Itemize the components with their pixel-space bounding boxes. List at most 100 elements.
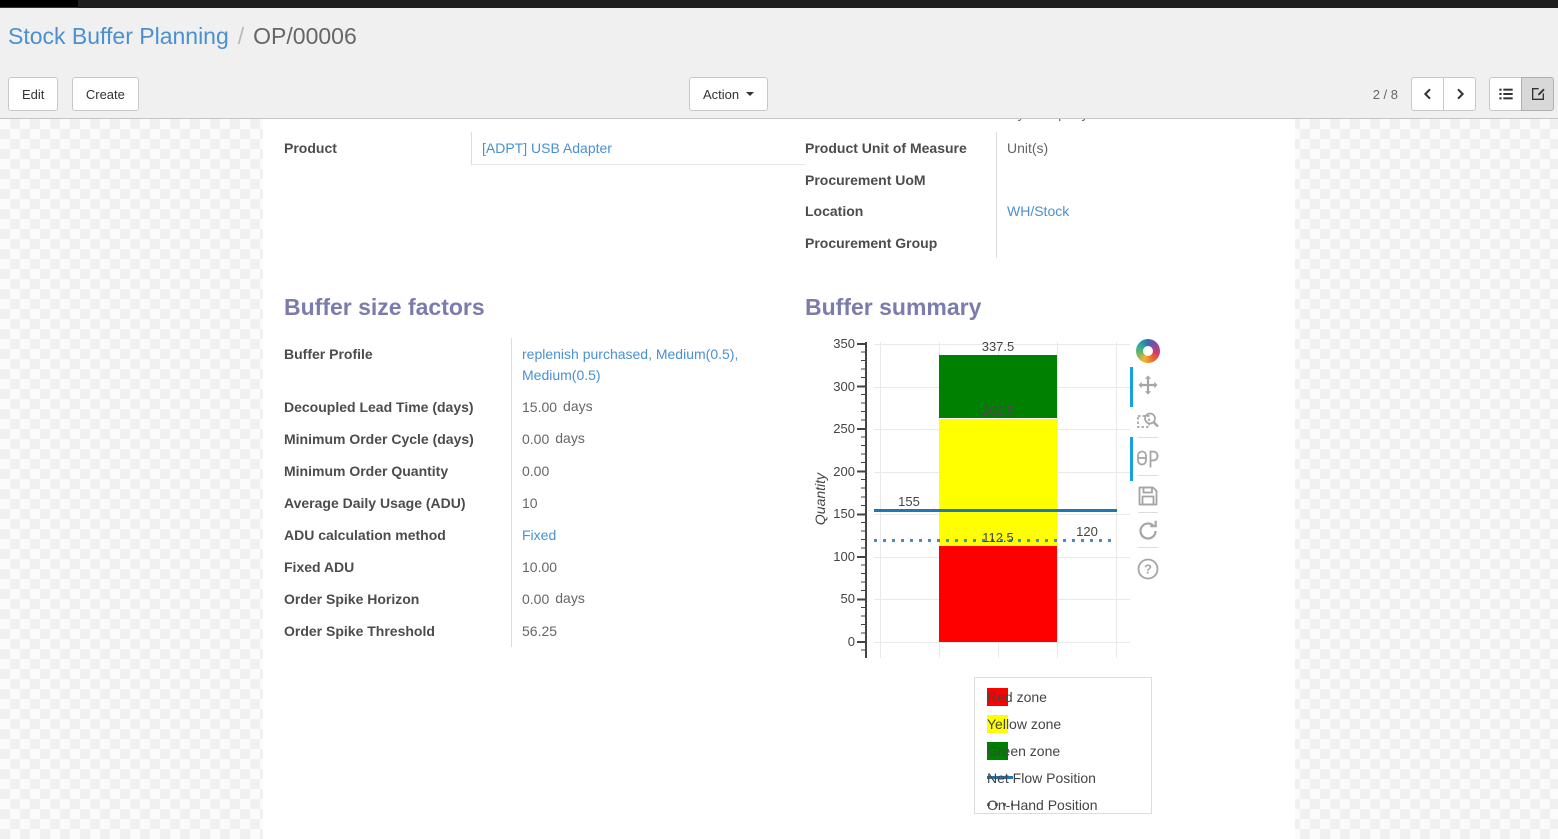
field-value-text: Unit(s) [1007, 140, 1048, 156]
legend-label: Yellow zone [987, 716, 1061, 732]
breadcrumb-parent-link[interactable]: Stock Buffer Planning [8, 23, 229, 49]
field-value: Unit(s) [996, 132, 1274, 164]
control-panel: Stock Buffer Planning/OP/00006 Edit Crea… [0, 8, 1558, 119]
y-axis-tick-label: 50 [809, 591, 855, 607]
field-value-link[interactable]: Fixed [522, 527, 556, 543]
chart-annotation: 155 [879, 494, 939, 509]
y-axis-tick-label: 0 [809, 634, 855, 650]
buffer-size-factors-heading: Buffer size factors [284, 292, 805, 322]
form-view-icon [1530, 86, 1546, 102]
red-zone-bar [939, 546, 1057, 642]
chart-annotation: 337.5 [939, 339, 1057, 354]
y-axis-tick-label: 350 [809, 336, 855, 352]
plotly-logo-icon[interactable] [1136, 339, 1160, 363]
field-label: Product [284, 132, 471, 165]
field-value-link[interactable]: [ADPT] USB Adapter [482, 140, 612, 156]
modebar-separator [1138, 437, 1158, 438]
group-product: Product [ADPT] USB Adapter [284, 132, 805, 165]
top-menu-active-segment [0, 0, 78, 8]
pan-icon[interactable] [1136, 374, 1160, 398]
legend-item[interactable]: Net Flow Position [987, 764, 1151, 791]
field-label: Decoupled Lead Time (days) [284, 391, 511, 423]
legend-item[interactable]: Yellow zone [987, 710, 1151, 737]
field-label: Product Unit of Measure [805, 132, 996, 164]
yellow-zone-bar [939, 419, 1057, 547]
field-value: 15.00 days [511, 391, 805, 423]
reset-axes-icon[interactable] [1136, 519, 1160, 543]
chevron-left-icon [1420, 86, 1436, 102]
pager-buttons [1411, 77, 1476, 111]
field-suffix: days [555, 590, 585, 606]
box-zoom-icon[interactable] [1136, 409, 1160, 433]
create-button[interactable]: Create [72, 77, 139, 111]
list-view-button[interactable] [1489, 77, 1522, 111]
field-label: Buffer Profile [284, 338, 511, 391]
field-value: 10.00 [511, 551, 805, 583]
hover-compare-icon[interactable] [1136, 447, 1160, 471]
form-view-button[interactable] [1521, 77, 1554, 111]
field-label: Average Daily Usage (ADU) [284, 487, 511, 519]
field-label: Procurement UoM [805, 164, 996, 195]
field-value-text: 56.25 [522, 623, 557, 639]
form-sheet: My Company Product[ADPT] USB Adapter Pro… [263, 119, 1295, 839]
action-dropdown-button[interactable]: Action [689, 77, 768, 111]
caret-down-icon [746, 92, 754, 96]
form-buttons: Edit Create [8, 77, 148, 111]
legend-item[interactable]: Green zone [987, 737, 1151, 764]
y-axis-tick-label: 300 [809, 379, 855, 395]
modebar-active-indicator [1130, 367, 1133, 407]
field-value [996, 227, 1274, 258]
field-value: 56.25 [511, 615, 805, 647]
pager-previous-button[interactable] [1411, 77, 1444, 111]
pager-count: 2 / 8 [1373, 87, 1398, 102]
legend-label: On-Hand Position [987, 797, 1098, 813]
pager-next-button[interactable] [1443, 77, 1476, 111]
y-axis-major-ticks [857, 343, 865, 644]
field-value: [ADPT] USB Adapter [471, 132, 805, 165]
field-value: 0.00 days [511, 583, 805, 615]
breadcrumb-separator: / [238, 23, 244, 49]
field-suffix: days [563, 398, 593, 414]
legend-item[interactable]: On-Hand Position [987, 791, 1151, 818]
chart-annotation: 120 [1057, 524, 1117, 539]
chevron-right-icon [1452, 86, 1468, 102]
field-value: replenish purchased, Medium(0.5), Medium… [511, 338, 805, 391]
group-procurement: Product Unit of Measure Unit(s) Procuremen… [805, 132, 1274, 258]
field-value-text: 10 [522, 495, 538, 511]
modebar-active-indicator [1130, 437, 1133, 481]
list-view-icon [1498, 86, 1514, 102]
field-label: Order Spike Threshold [284, 615, 511, 647]
edit-button[interactable]: Edit [8, 77, 58, 111]
field-label: Fixed ADU [284, 551, 511, 583]
field-value: Fixed [511, 519, 805, 551]
field-value: 0.00days [511, 423, 805, 455]
net-flow-position-line [874, 509, 1117, 512]
field-value: 10 [511, 487, 805, 519]
field-value-text: 0.00 [522, 591, 549, 607]
field-value-link[interactable]: replenish purchased, Medium(0.5), Medium… [522, 346, 738, 383]
field-value-text: 15.00 [522, 399, 557, 415]
field-value-link[interactable]: WH/Stock [1007, 203, 1069, 219]
legend-label: Green zone [987, 743, 1060, 759]
save-icon[interactable] [1136, 484, 1160, 508]
chart-annotation: 112.5 [939, 530, 1057, 545]
chart-legend: Red zone Yellow zone Green zone Net Flow Po… [974, 677, 1152, 814]
field-label: Minimum Order Quantity [284, 455, 511, 487]
legend-item[interactable]: Red zone [987, 683, 1151, 710]
breadcrumb: Stock Buffer Planning/OP/00006 [8, 22, 1554, 50]
svg-text:?: ? [1144, 562, 1152, 577]
gridline [874, 642, 1130, 643]
top-menu-bar [0, 0, 1558, 8]
buffer-summary-chart[interactable]: 050100150200250300350337.5262.5155112.51… [805, 334, 1295, 836]
help-icon[interactable]: ? [1136, 557, 1160, 581]
gridline [1116, 342, 1117, 658]
field-value: 0.00 [511, 455, 805, 487]
group-buffer-factors: Buffer Profile replenish purchased, Mediu… [284, 338, 805, 647]
field-label: Procurement Group [805, 227, 996, 258]
field-value-text: 0.00 [522, 431, 549, 447]
modebar-separator [1138, 475, 1158, 476]
buffer-summary-heading: Buffer summary [805, 292, 1274, 322]
modebar-separator [1138, 512, 1158, 513]
modebar-separator [1138, 547, 1158, 548]
y-axis-title: Quantity [812, 429, 828, 569]
